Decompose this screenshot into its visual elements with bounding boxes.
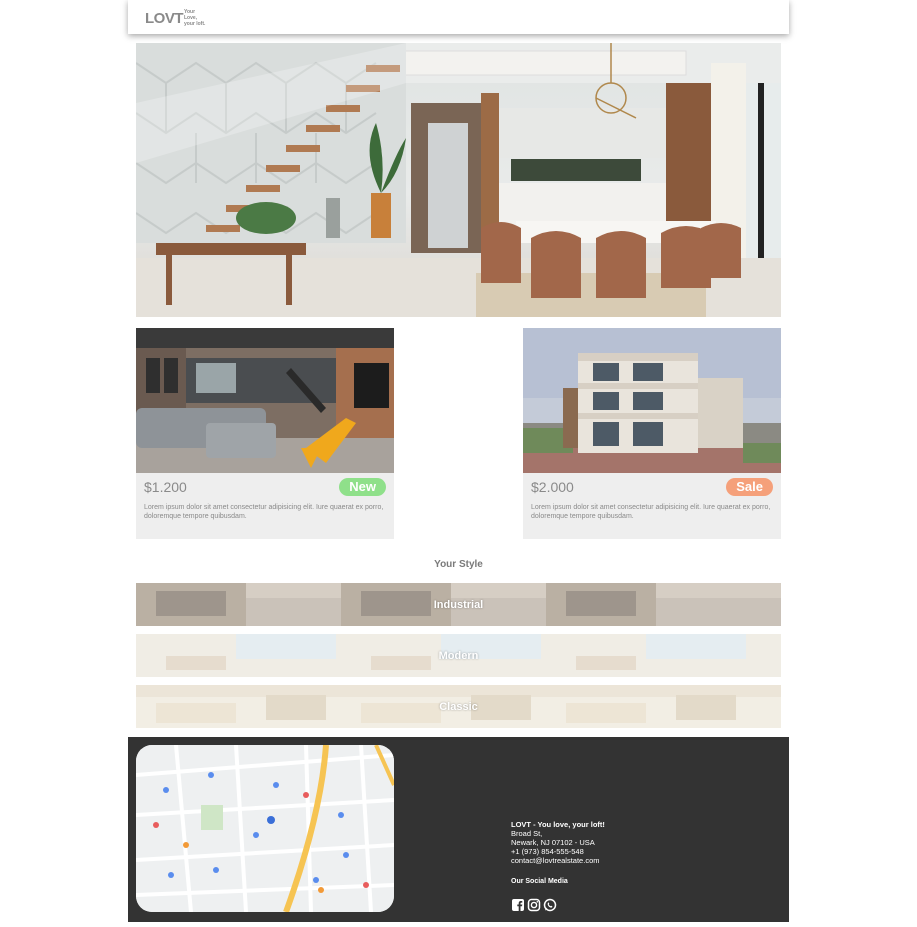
social-links [511, 897, 557, 912]
logo[interactable]: LOVT Your Love, your loft. [145, 9, 208, 27]
company-name: LOVT - You love, your loft! [511, 820, 605, 829]
address-city: Newark, NJ 07102 - USA [511, 838, 595, 847]
listing-card[interactable]: $1.200 New Lorem ipsum dolor sit amet co… [136, 328, 394, 539]
site-footer: LOVT - You love, your loft! Broad St, Ne… [128, 737, 789, 922]
hero-image [136, 43, 781, 317]
email-link[interactable]: contact@lovtrealstate.com [511, 856, 605, 865]
listing-description: Lorem ipsum dolor sit amet consectetur a… [531, 504, 771, 520]
listing-price: $2.000 [531, 479, 574, 495]
new-badge: New [339, 478, 386, 496]
contact-info: LOVT - You love, your loft! Broad St, Ne… [511, 820, 605, 865]
listing-card[interactable]: $2.000 Sale Lorem ipsum dolor sit amet c… [523, 328, 781, 539]
style-label: Industrial [433, 598, 484, 611]
listing-description: Lorem ipsum dolor sit amet consectetur a… [144, 504, 384, 520]
style-section-title: Your Style [434, 559, 483, 570]
style-label: Classic [439, 700, 478, 713]
facebook-icon[interactable] [511, 897, 525, 911]
site-header: LOVT Your Love, your loft. [128, 0, 789, 34]
style-option-classic[interactable]: Classic [136, 685, 781, 728]
whatsapp-icon[interactable] [543, 897, 557, 912]
listing-price: $1.200 [144, 479, 187, 495]
logo-mark: LOVT [145, 10, 184, 27]
social-title: Our Social Media [511, 878, 568, 885]
location-map[interactable] [136, 745, 394, 912]
sale-badge: Sale [726, 478, 773, 496]
style-label: Modern [438, 649, 479, 662]
instagram-icon[interactable] [527, 897, 541, 912]
phone-number[interactable]: +1 (973) 854-555-548 [511, 847, 605, 856]
address-street: Broad St, [511, 829, 543, 838]
logo-tagline: Your Love, your loft. [184, 9, 206, 27]
style-option-modern[interactable]: Modern [136, 634, 781, 677]
listing-image-house[interactable] [523, 328, 781, 473]
listing-image-loft[interactable] [136, 328, 394, 473]
style-option-industrial[interactable]: Industrial [136, 583, 781, 626]
